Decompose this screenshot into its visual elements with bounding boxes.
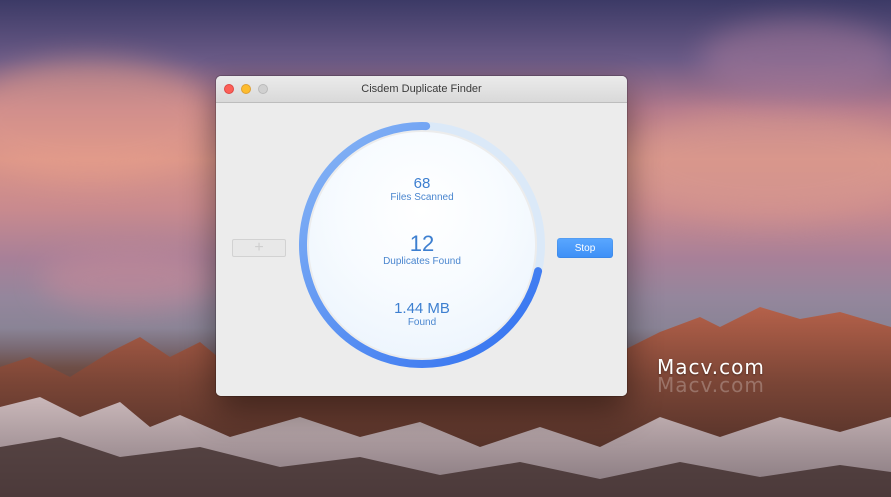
duplicates-found-count: 12 (409, 231, 435, 256)
stop-button[interactable]: Stop (557, 238, 613, 258)
files-scanned-count: 68 (413, 175, 431, 192)
files-scanned-label: Files Scanned (390, 192, 454, 203)
size-found-value: 1.44 MB (394, 300, 450, 317)
add-folder-button[interactable]: + (232, 239, 286, 257)
duplicates-found-stat: 12 Duplicates Found (297, 232, 547, 268)
size-found-label: Found (407, 317, 437, 328)
duplicates-found-label: Duplicates Found (383, 256, 461, 267)
main-content: + 68 Files Scanned 12 Duplicates Found 1… (216, 103, 627, 396)
window-title: Cisdem Duplicate Finder (361, 83, 482, 95)
files-scanned-stat: 68 Files Scanned (297, 175, 547, 204)
plus-icon: + (254, 239, 264, 256)
title-bar[interactable]: Cisdem Duplicate Finder (216, 76, 627, 103)
watermark-reflection: Macv.com (657, 373, 765, 397)
app-window: Cisdem Duplicate Finder + 68 Files Scann… (216, 76, 627, 396)
progress-ring: 68 Files Scanned 12 Duplicates Found 1.4… (297, 120, 547, 370)
size-found-stat: 1.44 MB Found (297, 300, 547, 329)
